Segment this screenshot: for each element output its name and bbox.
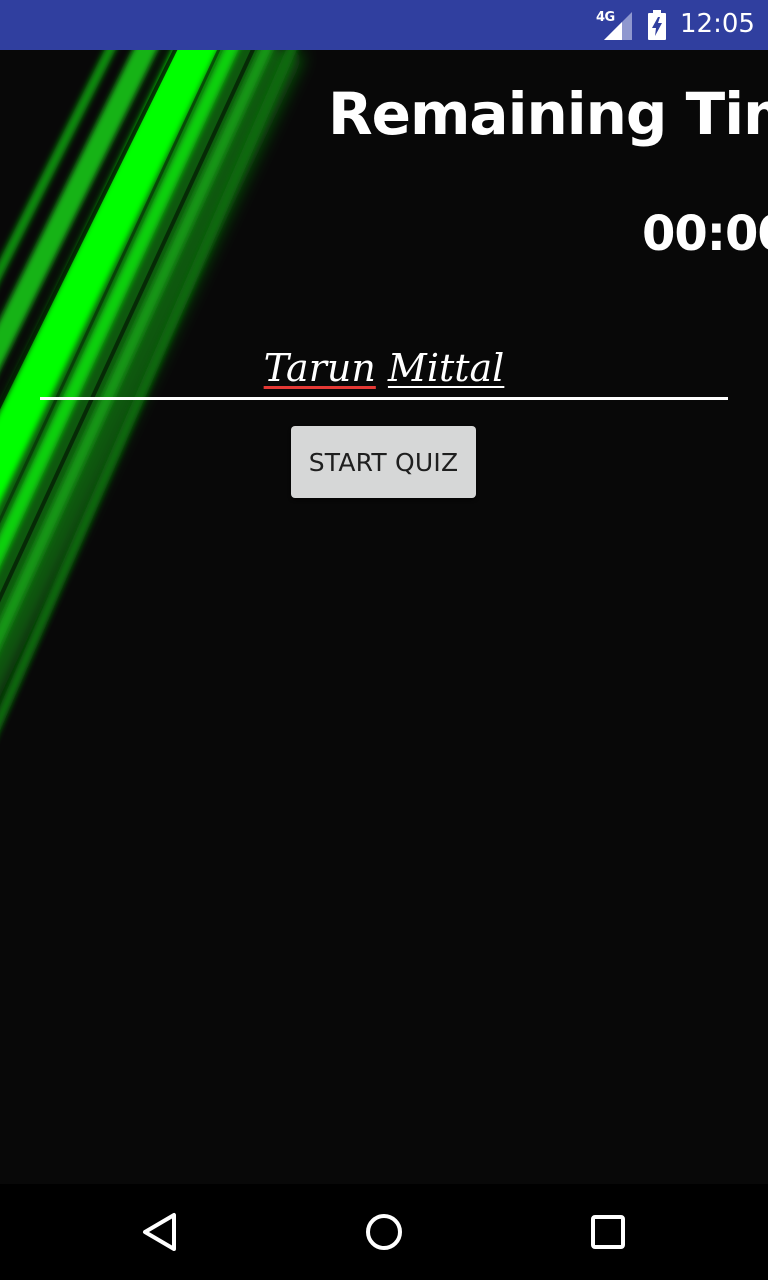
countdown-timer: 00:00 [642, 206, 768, 262]
name-input[interactable]: Tarun Mittal [40, 338, 728, 400]
signal-icon [604, 12, 632, 40]
start-quiz-button[interactable]: START QUIZ [291, 426, 476, 498]
remaining-time-title: Remaining Time [328, 80, 768, 148]
home-icon[interactable] [358, 1206, 410, 1258]
status-bar: 4G 12:05 [0, 0, 768, 50]
battery-charging-icon [648, 10, 666, 40]
navigation-bar [0, 1184, 768, 1280]
name-input-value[interactable]: Tarun Mittal [40, 346, 728, 390]
recents-icon[interactable] [582, 1206, 634, 1258]
name-first-word: Tarun [263, 346, 376, 390]
status-time: 12:05 [680, 9, 755, 39]
back-icon[interactable] [134, 1206, 186, 1258]
quiz-screen: 4G 12:05 Remaining Time 00:00 Tarun Mitt… [0, 0, 768, 1280]
name-second-word: Mittal [387, 346, 505, 390]
